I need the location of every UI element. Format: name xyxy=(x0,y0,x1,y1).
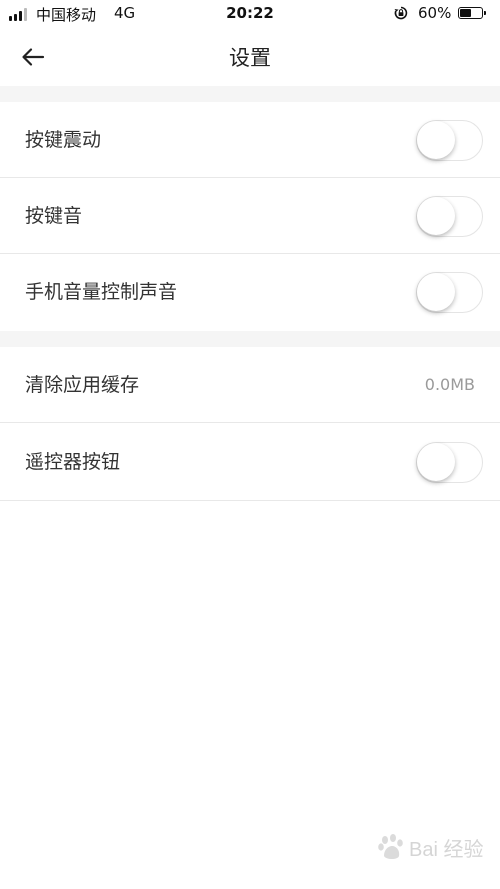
toggle-knob xyxy=(417,443,455,481)
toggle-knob xyxy=(417,197,455,235)
status-bar: 中国移动 4G 20:22 60% xyxy=(0,0,500,28)
watermark-text: Bai 经验 xyxy=(409,838,484,861)
nav-bar: 设置 xyxy=(0,28,500,86)
setting-label: 手机音量控制声音 xyxy=(25,281,178,303)
back-button[interactable] xyxy=(16,40,50,74)
setting-label: 按键震动 xyxy=(25,129,102,151)
battery-icon xyxy=(458,7,486,19)
cache-size-value: 0.0MB xyxy=(424,375,475,394)
volume-sound-toggle[interactable] xyxy=(416,272,483,313)
page-title: 设置 xyxy=(229,46,271,70)
battery-percent: 60% xyxy=(418,4,452,22)
toggle-knob xyxy=(417,121,455,159)
toggle-knob xyxy=(417,273,455,311)
watermark: Bai 经验 xyxy=(376,832,483,862)
key-sound-toggle[interactable] xyxy=(416,196,483,237)
setting-row-remote-buttons: 遥控器按钮 xyxy=(0,423,500,501)
remote-buttons-toggle[interactable] xyxy=(416,442,483,483)
setting-label: 遥控器按钮 xyxy=(25,451,121,473)
setting-label: 按键音 xyxy=(25,205,83,227)
setting-row-volume-sound: 手机音量控制声音 xyxy=(0,254,500,331)
setting-label: 清除应用缓存 xyxy=(25,374,140,396)
setting-row-key-vibration: 按键震动 xyxy=(0,102,500,178)
back-arrow-icon xyxy=(22,48,45,66)
section-divider xyxy=(0,331,500,347)
setting-row-clear-cache[interactable]: 清除应用缓存 0.0MB xyxy=(0,347,500,423)
section-divider xyxy=(0,86,500,102)
paw-logo-icon xyxy=(378,834,403,859)
setting-row-key-sound: 按键音 xyxy=(0,178,500,254)
key-vibration-toggle[interactable] xyxy=(416,120,483,161)
rotation-lock-icon xyxy=(394,6,408,20)
